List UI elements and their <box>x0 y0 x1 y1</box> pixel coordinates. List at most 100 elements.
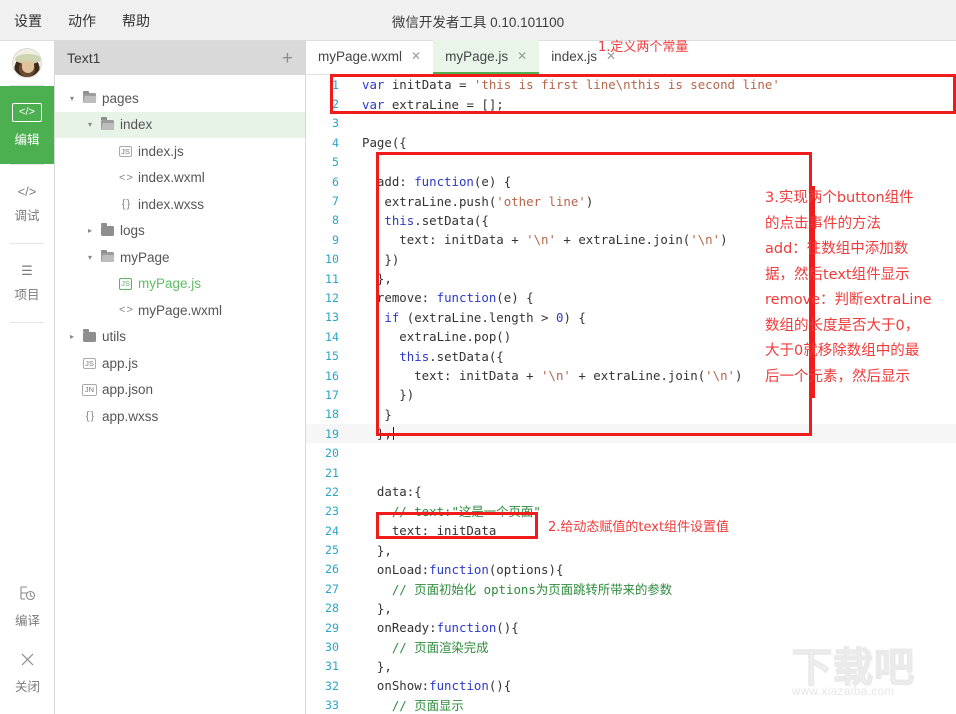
tree-item-myPage-js[interactable]: JSmyPage.js <box>55 271 305 298</box>
code-line[interactable]: 32 onShow:function(){ <box>306 676 956 695</box>
code-line[interactable]: 28 }, <box>306 599 956 618</box>
tree-item-pages[interactable]: ▾pages <box>55 85 305 112</box>
rail-bottom-group: 编译 关闭 <box>0 574 55 706</box>
tab-close-icon[interactable]: ✕ <box>411 49 421 63</box>
tree-item-label: app.wxss <box>102 409 158 424</box>
menu-item-actions[interactable]: 动作 <box>68 11 96 31</box>
line-number: 18 <box>306 407 348 421</box>
tree-item-app-json[interactable]: JNapp.json <box>55 377 305 404</box>
line-number: 9 <box>306 233 348 247</box>
editor-tab-index-js[interactable]: index.js✕ <box>539 40 628 74</box>
code-line[interactable]: 10 }) <box>306 250 956 269</box>
code-line[interactable]: 24 text: initData <box>306 521 956 540</box>
code-line[interactable]: 25 }, <box>306 540 956 559</box>
editor-tab-myPage-js[interactable]: myPage.js✕ <box>433 40 539 74</box>
code-line[interactable]: 2var extraLine = []; <box>306 94 956 113</box>
code-line[interactable]: 7 extraLine.push('other line') <box>306 191 956 210</box>
code-line[interactable]: 14 extraLine.pop() <box>306 327 956 346</box>
line-number: 3 <box>306 116 348 130</box>
line-text: if (extraLine.length > 0) { <box>348 310 586 325</box>
tree-item-logs[interactable]: ▸ logs <box>55 218 305 245</box>
wxml-file-icon: < > <box>118 304 133 316</box>
code-content[interactable]: 1var initData = 'this is first line\nthi… <box>306 75 956 714</box>
code-line[interactable]: 4Page({ <box>306 133 956 152</box>
avatar[interactable] <box>12 48 42 78</box>
tree-item-utils[interactable]: ▸utils <box>55 324 305 351</box>
tree-item-app-js[interactable]: JSapp.js <box>55 350 305 377</box>
code-line[interactable]: 31 }, <box>306 657 956 676</box>
twisty[interactable]: ▾ <box>85 253 95 262</box>
rail-item-edit[interactable]: </> 编辑 <box>0 86 54 164</box>
line-number: 1 <box>306 78 348 92</box>
app-window: 设置 动作 帮助 微信开发者工具 0.10.101100 </> 编辑 </> … <box>0 0 956 714</box>
twisty[interactable]: ▸ <box>85 226 95 235</box>
line-number: 32 <box>306 679 348 693</box>
tree-item-index-js[interactable]: JSindex.js <box>55 138 305 165</box>
twisty[interactable]: ▸ <box>67 332 77 341</box>
line-number: 8 <box>306 213 348 227</box>
tab-label: myPage.wxml <box>318 49 402 64</box>
code-line[interactable]: 18 } <box>306 405 956 424</box>
rail-label-debug: 调试 <box>14 205 39 224</box>
code-line[interactable]: 30 // 页面渲染完成 <box>306 637 956 656</box>
tree-item-myPage[interactable]: ▾myPage <box>55 244 305 271</box>
code-line[interactable]: 23 // text:"这是一个页面" <box>306 502 956 521</box>
tree-item-label: myPage.js <box>138 276 201 291</box>
code-line[interactable]: 19 }, <box>306 424 956 443</box>
folder-open-icon <box>100 252 115 262</box>
code-line[interactable]: 33 // 页面显示 <box>306 696 956 714</box>
line-number: 7 <box>306 194 348 208</box>
rail-item-debug[interactable]: </> 调试 <box>0 165 54 243</box>
line-number: 23 <box>306 504 348 518</box>
code-line[interactable]: 11 }, <box>306 269 956 288</box>
add-file-button[interactable]: + <box>282 49 293 68</box>
rail-divider <box>10 322 44 323</box>
code-line[interactable]: 13 if (extraLine.length > 0) { <box>306 308 956 327</box>
tree-item-index[interactable]: ▾index <box>55 112 305 139</box>
tree-item-index-wxss[interactable]: { }index.wxss <box>55 191 305 218</box>
line-number: 24 <box>306 524 348 538</box>
twisty[interactable]: ▾ <box>67 94 77 103</box>
rail-label-close: 关闭 <box>15 676 40 695</box>
code-line[interactable]: 6 add: function(e) { <box>306 172 956 191</box>
code-line[interactable]: 21 <box>306 463 956 482</box>
tab-close-icon[interactable]: ✕ <box>517 49 527 63</box>
line-text: data:{ <box>348 484 422 499</box>
line-number: 19 <box>306 427 348 441</box>
code-line[interactable]: 9 text: initData + '\n' + extraLine.join… <box>306 230 956 249</box>
line-text: var extraLine = []; <box>348 97 504 112</box>
rail-item-project[interactable]: ☰ 项目 <box>0 244 54 322</box>
code-line[interactable]: 17 }) <box>306 385 956 404</box>
code-line[interactable]: 8 this.setData({ <box>306 211 956 230</box>
code-line[interactable]: 26 onLoad:function(options){ <box>306 560 956 579</box>
twisty[interactable]: ▾ <box>85 120 95 129</box>
code-line[interactable]: 15 this.setData({ <box>306 346 956 365</box>
line-text: var initData = 'this is first line\nthis… <box>348 77 780 92</box>
wxss-file-icon: { } <box>118 198 133 210</box>
code-icon: </> <box>12 103 42 122</box>
rail-item-compile[interactable]: 编译 <box>0 574 55 640</box>
code-line[interactable]: 3 <box>306 114 956 133</box>
code-line[interactable]: 1var initData = 'this is first line\nthi… <box>306 75 956 94</box>
tree-item-index-wxml[interactable]: < >index.wxml <box>55 165 305 192</box>
menu-item-help[interactable]: 帮助 <box>122 11 150 31</box>
code-line[interactable]: 12 remove: function(e) { <box>306 288 956 307</box>
code-line[interactable]: 20 <box>306 443 956 462</box>
rail-item-close[interactable]: 关闭 <box>0 640 55 706</box>
line-text: extraLine.push('other line') <box>348 194 593 209</box>
menu-item-settings[interactable]: 设置 <box>14 11 42 31</box>
tab-close-icon[interactable]: ✕ <box>606 49 616 63</box>
line-number: 20 <box>306 446 348 460</box>
code-line[interactable]: 27 // 页面初始化 options为页面跳转所带来的参数 <box>306 579 956 598</box>
js-file-icon: JS <box>82 358 97 370</box>
tree-item-myPage-wxml[interactable]: < >myPage.wxml <box>55 297 305 324</box>
code-line[interactable]: 22 data:{ <box>306 482 956 501</box>
editor-tab-myPage-wxml[interactable]: myPage.wxml ✕ <box>306 40 433 74</box>
tree-item-app-wxss[interactable]: { }app.wxss <box>55 403 305 430</box>
tree-item-label: logs <box>120 223 145 238</box>
avatar-wrap <box>0 41 54 85</box>
code-line[interactable]: 29 onReady:function(){ <box>306 618 956 637</box>
line-number: 31 <box>306 659 348 673</box>
code-line[interactable]: 5 <box>306 153 956 172</box>
code-line[interactable]: 16 text: initData + '\n' + extraLine.joi… <box>306 366 956 385</box>
